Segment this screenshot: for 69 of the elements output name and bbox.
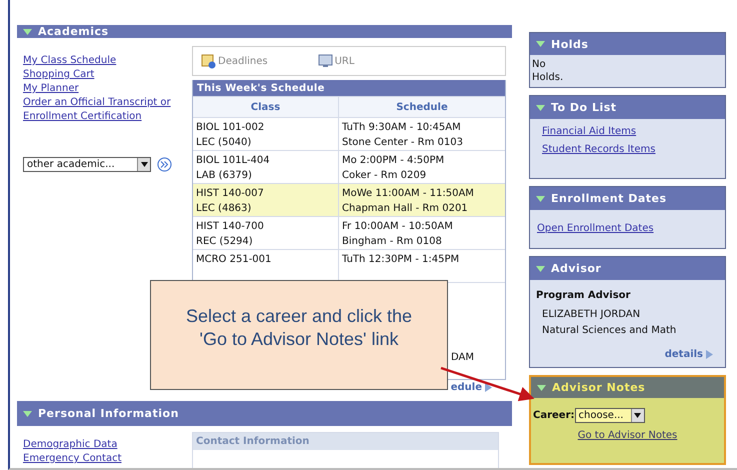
box-title: Contact Information — [193, 433, 498, 450]
academics-link[interactable]: My Class Schedule — [23, 54, 192, 68]
personal-link[interactable]: Emergency Contact — [23, 452, 192, 466]
academics-link[interactable]: Shopping Cart — [23, 68, 192, 82]
to-do-link[interactable]: Financial Aid Items — [542, 125, 713, 139]
schedule-text: MoWe 11:00AM - 11:50AM — [342, 187, 475, 201]
schedule-text: Mo 2:00PM - 4:50PM — [342, 154, 446, 168]
class-text: HIST 140-007 — [196, 187, 265, 201]
table-title: This Week's Schedule — [193, 80, 505, 96]
class-text: HIST 140-700 — [196, 220, 265, 234]
collapse-triangle-icon[interactable] — [23, 28, 32, 34]
advisor-notes-link[interactable]: Go to Advisor Notes — [578, 429, 678, 443]
academics-link[interactable]: My Planner — [23, 82, 192, 96]
advisor-text: ELIZABETH JORDAN — [542, 308, 642, 322]
schedule-text: TuTh 12:30PM - 1:45PM — [342, 253, 460, 267]
panel-title: Enrollment Dates — [551, 192, 667, 205]
career-label: Career: — [533, 410, 575, 421]
caret-icon — [140, 162, 148, 167]
details-link[interactable]: details — [664, 349, 713, 360]
advisor-heading: Program Advisor — [536, 290, 632, 301]
callout-text: Select a career and click the — [186, 305, 412, 328]
class-text: MCRO 251-001 — [196, 253, 272, 267]
section-title: Academics — [38, 25, 109, 38]
calendar-icon — [201, 54, 216, 68]
monitor-icon — [318, 54, 333, 68]
dropdown[interactable]: other academic... — [23, 157, 151, 172]
class-text: LEC (4863) — [196, 202, 252, 216]
schedule-text: DAM — [451, 351, 475, 365]
enrollment-link[interactable]: Open Enrollment Dates — [537, 222, 718, 236]
to-do-link[interactable]: Student Records Items — [542, 143, 713, 157]
play-arrow-icon — [706, 350, 713, 359]
column-header: Schedule — [339, 97, 505, 117]
panel-title: Advisor Notes — [552, 381, 646, 394]
class-text: LEC (5040) — [196, 136, 252, 150]
personal-link[interactable]: Demographic Data — [23, 438, 192, 452]
collapse-triangle-icon[interactable] — [23, 410, 32, 416]
collapse-triangle-icon[interactable] — [536, 266, 545, 272]
panel-title: Holds — [551, 38, 588, 50]
schedule-text: Fr 10:00AM - 10:50AM — [342, 220, 454, 234]
collapse-triangle-icon[interactable] — [536, 196, 545, 202]
schedule-text: TuTh 9:30AM - 10:45AM — [342, 121, 462, 135]
go-button-icon[interactable] — [157, 157, 172, 172]
class-text: REC (5294) — [196, 235, 254, 249]
section-title: Personal Information — [38, 407, 179, 420]
schedule-link[interactable]: edule — [450, 382, 492, 393]
callout-text: 'Go to Advisor Notes' link — [200, 328, 398, 351]
caret-icon — [634, 413, 642, 418]
holds-text: Holds. — [532, 71, 564, 84]
schedule-text: Stone Center - Rm 0103 — [342, 136, 464, 150]
column-header: Class — [193, 97, 339, 117]
academics-link[interactable]: Order an Official Transcript or — [23, 96, 192, 110]
academics-link[interactable]: Enrollment Certification — [23, 110, 192, 124]
toolbar-link[interactable]: URL — [318, 54, 354, 68]
play-arrow-icon — [485, 383, 492, 392]
collapse-triangle-icon[interactable] — [536, 41, 545, 47]
schedule-text: Bingham - Rm 0108 — [342, 235, 443, 249]
panel-title: Advisor — [551, 262, 602, 275]
schedule-text: Coker - Rm 0209 — [342, 169, 428, 183]
career-dropdown[interactable]: choose... — [574, 408, 645, 423]
class-text: LAB (6379) — [196, 169, 253, 183]
class-text: BIOL 101-002 — [196, 121, 266, 135]
holds-text: No — [532, 58, 547, 71]
advisor-text: Natural Sciences and Math — [542, 324, 678, 338]
collapse-triangle-icon[interactable] — [537, 384, 546, 390]
collapse-triangle-icon[interactable] — [536, 104, 545, 110]
class-text: BIOL 101L-404 — [196, 154, 271, 168]
toolbar-link[interactable]: Deadlines — [201, 54, 268, 68]
panel-title: To Do List — [551, 101, 617, 114]
schedule-text: Chapman Hall - Rm 0201 — [342, 202, 469, 216]
